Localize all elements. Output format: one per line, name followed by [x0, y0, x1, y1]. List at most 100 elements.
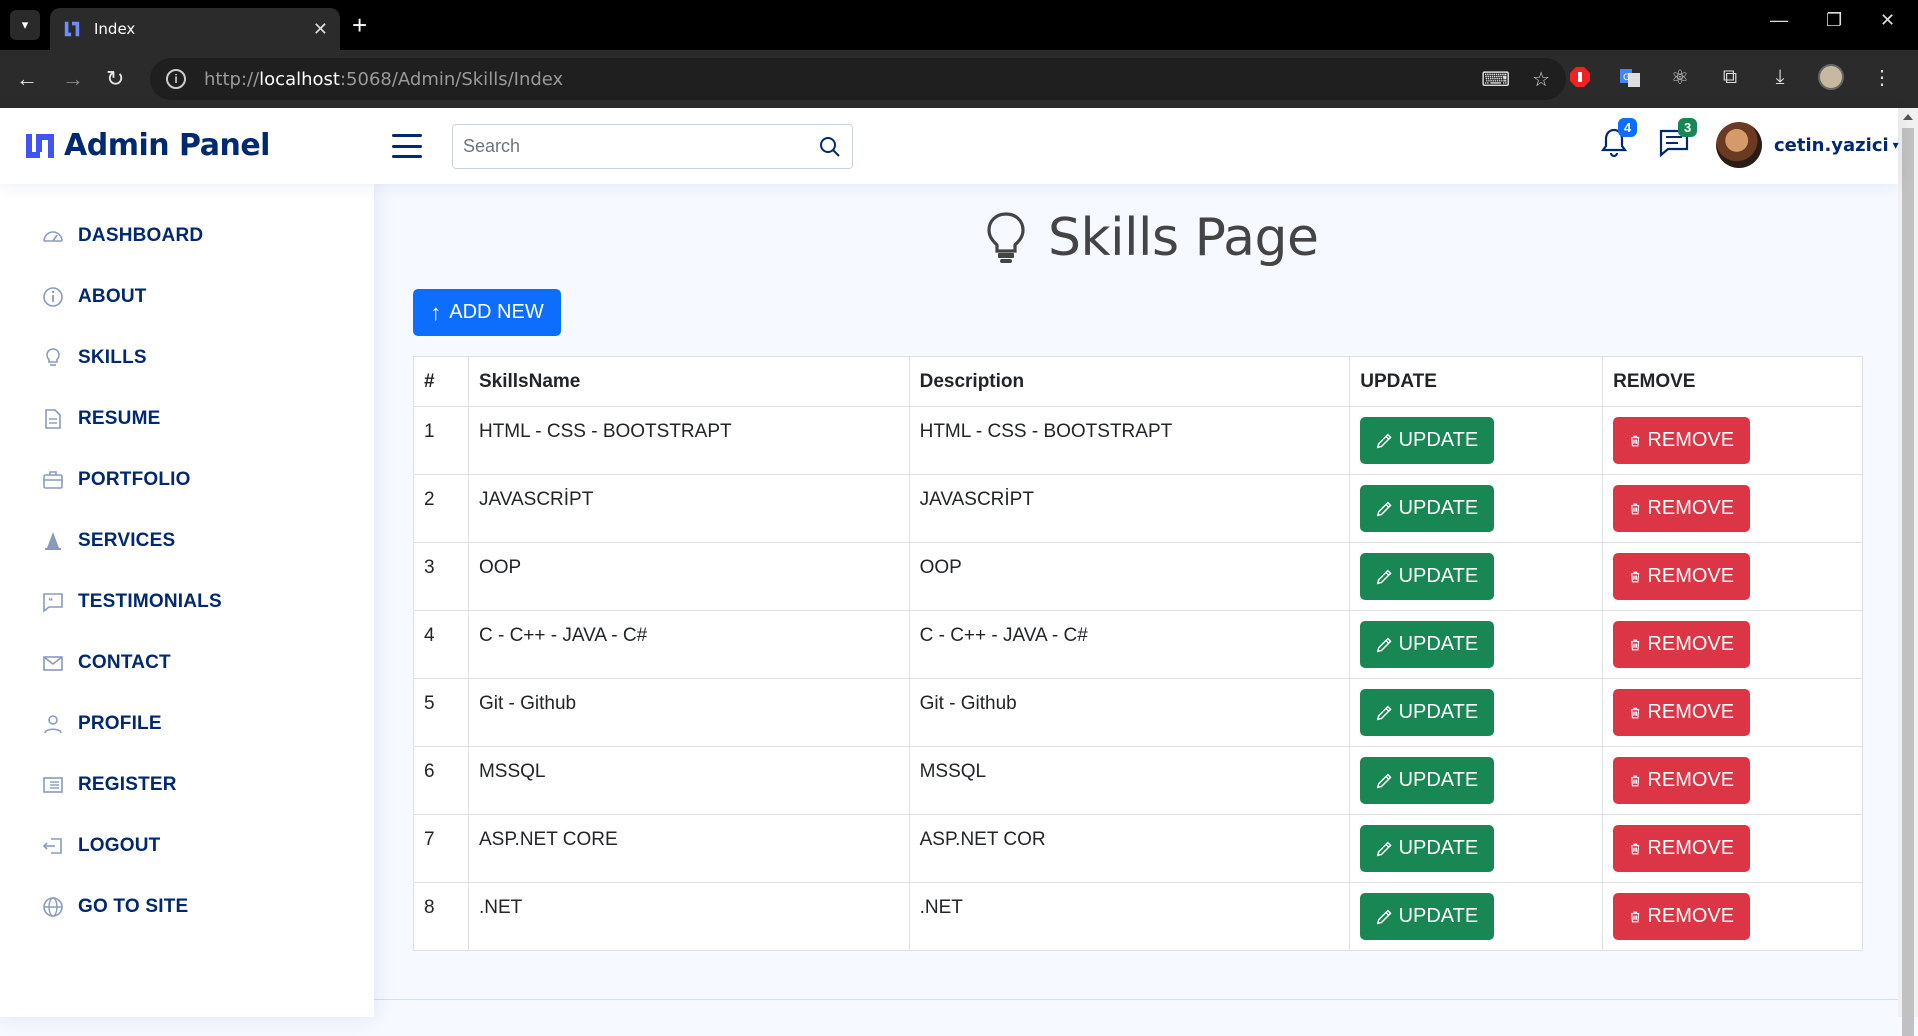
cell-remove: REMOVE: [1602, 678, 1863, 747]
remove-button[interactable]: REMOVE: [1613, 417, 1751, 464]
browser-profile-avatar[interactable]: [1818, 64, 1844, 90]
update-button[interactable]: UPDATE: [1360, 893, 1495, 940]
cell-update: UPDATE: [1349, 406, 1604, 475]
cell-skill-name: .NET: [467, 882, 910, 951]
cell-description: JAVASCRİPT: [908, 474, 1351, 543]
sidebar-item-go-to-site[interactable]: GO TO SITE: [42, 892, 188, 922]
sidebar-item-label: ABOUT: [78, 286, 147, 307]
svg-text:❝: ❝: [48, 597, 53, 607]
header-remove: REMOVE: [1602, 356, 1863, 407]
pencil-icon: [1377, 705, 1392, 720]
header-num: #: [413, 356, 469, 407]
remove-label: REMOVE: [1647, 565, 1735, 587]
close-tab-icon[interactable]: ✕: [313, 19, 328, 40]
sidebar-item-register[interactable]: REGISTER: [42, 770, 177, 800]
remove-button[interactable]: REMOVE: [1613, 757, 1751, 804]
sidebar-item-about[interactable]: ABOUT: [42, 282, 147, 312]
speedometer-icon: [43, 231, 63, 242]
address-bar[interactable]: i http://localhost:5068/Admin/Skills/Ind…: [150, 58, 1566, 100]
adblock-extension-icon[interactable]: [1568, 65, 1592, 89]
downloads-icon[interactable]: ⤓: [1768, 65, 1792, 89]
toggle-sidebar-button[interactable]: [392, 134, 422, 158]
forward-icon[interactable]: →: [62, 64, 84, 94]
close-window-icon[interactable]: ✕: [1880, 10, 1895, 31]
browser-menu-icon[interactable]: ⋮: [1870, 65, 1894, 89]
info-circle-icon: [43, 287, 63, 307]
site-info-icon[interactable]: i: [166, 69, 186, 89]
sidebar-item-resume[interactable]: RESUME: [42, 404, 161, 434]
sidebar-item-label: PORTFOLIO: [78, 469, 191, 490]
update-label: UPDATE: [1398, 497, 1479, 519]
sidebar-item-dashboard[interactable]: DASHBOARD: [42, 221, 203, 251]
update-button[interactable]: UPDATE: [1360, 689, 1495, 736]
browser-tab[interactable]: Index ✕: [50, 8, 340, 50]
notifications-button[interactable]: 4: [1600, 118, 1638, 162]
update-label: UPDATE: [1398, 837, 1479, 859]
cell-num: 7: [413, 814, 469, 883]
remove-button[interactable]: REMOVE: [1613, 553, 1751, 600]
sidebar-item-label: DASHBOARD: [78, 225, 204, 246]
page-scrollbar[interactable]: [1898, 108, 1918, 1036]
table-row: 6 MSSQL MSSQL UPDATE REMOVE: [413, 746, 1863, 815]
browser-tabbar: ▾ Index ✕ + — ❐ ✕: [0, 0, 1918, 50]
react-devtools-icon[interactable]: ⚛: [1668, 65, 1692, 89]
sidebar-item-contact[interactable]: CONTACT: [42, 648, 171, 678]
bookmark-star-icon[interactable]: ☆: [1532, 67, 1550, 92]
scroll-up-icon[interactable]: [1903, 114, 1913, 120]
cell-num: 3: [413, 542, 469, 611]
minimize-icon[interactable]: —: [1770, 10, 1788, 31]
cell-skill-name: HTML - CSS - BOOTSTRAPT: [467, 406, 910, 475]
header-skills-name: SkillsName: [467, 356, 910, 407]
cell-remove: REMOVE: [1602, 474, 1863, 543]
extensions-bar: G ⚛ ⧉ ⤓ ⋮: [1568, 64, 1918, 90]
update-button[interactable]: UPDATE: [1360, 621, 1495, 668]
update-button[interactable]: UPDATE: [1360, 825, 1495, 872]
pencil-icon: [1377, 773, 1392, 788]
remove-button[interactable]: REMOVE: [1613, 893, 1751, 940]
header-update: UPDATE: [1349, 356, 1604, 407]
sidebar-item-profile[interactable]: PROFILE: [42, 709, 162, 739]
table-row: 8 .NET .NET UPDATE REMOVE: [413, 882, 1863, 951]
translate-icon[interactable]: ⌨: [1481, 67, 1510, 92]
sidebar-item-logout[interactable]: LOGOUT: [42, 831, 160, 861]
restore-icon[interactable]: ❐: [1826, 10, 1842, 31]
cell-remove: REMOVE: [1602, 542, 1863, 611]
cell-num: 5: [413, 678, 469, 747]
remove-label: REMOVE: [1647, 701, 1735, 723]
cell-update: UPDATE: [1349, 610, 1604, 679]
sidebar: DASHBOARD ABOUT SKILLS RESUME PORTFOLIO …: [0, 184, 374, 1017]
lightbulb-icon: [987, 212, 1025, 263]
messages-button[interactable]: 3: [1658, 118, 1698, 162]
sidebar-item-portfolio[interactable]: PORTFOLIO: [42, 465, 191, 495]
trash-icon: [1631, 571, 1640, 582]
sidebar-item-label: CONTACT: [78, 652, 171, 673]
add-new-button[interactable]: ↑ ADD NEW: [413, 289, 561, 336]
profile-dropdown[interactable]: cetin.yazici ▾: [1716, 122, 1899, 168]
reload-icon[interactable]: ↻: [106, 64, 124, 94]
remove-button[interactable]: REMOVE: [1613, 689, 1751, 736]
update-button[interactable]: UPDATE: [1360, 757, 1495, 804]
remove-button[interactable]: REMOVE: [1613, 621, 1751, 668]
google-translate-extension-icon[interactable]: G: [1618, 65, 1642, 89]
sidebar-item-label: RESUME: [78, 408, 161, 429]
cell-update: UPDATE: [1349, 474, 1604, 543]
extensions-puzzle-icon[interactable]: ⧉: [1718, 65, 1742, 89]
tab-search-button[interactable]: ▾: [10, 10, 40, 40]
sidebar-item-services[interactable]: SERVICES: [42, 526, 175, 556]
sidebar-item-skills[interactable]: SKILLS: [42, 343, 147, 373]
table-row: 3 OOP OOP UPDATE REMOVE: [413, 542, 1863, 611]
logo[interactable]: Admin Panel: [24, 128, 270, 163]
search-input[interactable]: [463, 136, 818, 157]
sidebar-item-testimonials[interactable]: ❝ TESTIMONIALS: [42, 587, 222, 617]
update-button[interactable]: UPDATE: [1360, 553, 1495, 600]
remove-button[interactable]: REMOVE: [1613, 485, 1751, 532]
back-icon[interactable]: ←: [16, 64, 38, 94]
new-tab-button[interactable]: +: [352, 10, 367, 40]
search-icon[interactable]: [818, 135, 842, 159]
update-button[interactable]: UPDATE: [1360, 417, 1495, 464]
remove-button[interactable]: REMOVE: [1613, 825, 1751, 872]
update-button[interactable]: UPDATE: [1360, 485, 1495, 532]
scrollbar-thumb[interactable]: [1902, 128, 1914, 1036]
table-row: 7 ASP.NET CORE ASP.NET COR UPDATE REMOVE: [413, 814, 1863, 883]
page-title: Skills Page: [984, 208, 1319, 268]
